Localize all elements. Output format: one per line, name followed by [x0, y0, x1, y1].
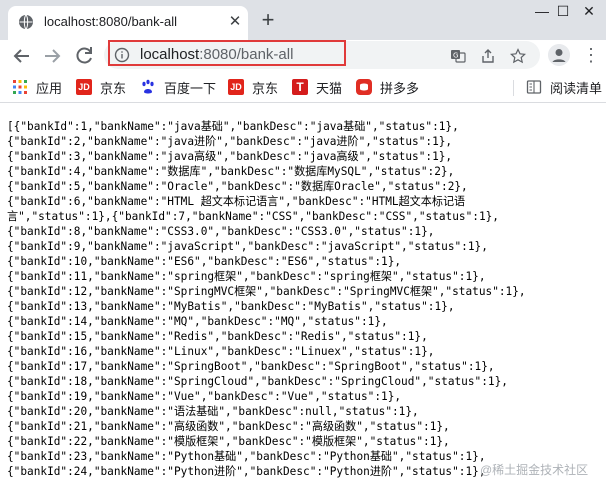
pinduoduo-icon — [356, 79, 372, 95]
browser-tab[interactable]: localhost:8080/bank-all ✕ — [8, 6, 248, 40]
arrow-right-icon[interactable] — [40, 44, 64, 68]
bookmark-label: 天猫 — [316, 80, 343, 96]
url-highlight-box — [108, 40, 346, 66]
tab-strip: localhost:8080/bank-all ✕ + — ☐ ✕ — [0, 0, 606, 40]
reading-list-icon — [526, 80, 542, 94]
tab-title: localhost:8080/bank-all — [44, 14, 177, 29]
bookmark-separator — [513, 80, 514, 96]
bookmark-jd[interactable]: JD 京东 — [76, 77, 126, 97]
svg-text:G: G — [453, 52, 458, 60]
window-close-button[interactable]: ✕ — [566, 0, 606, 22]
bookmark-label: 京东 — [252, 80, 279, 96]
bookmark-label: 拼多多 — [380, 80, 420, 96]
bookmark-jd-2[interactable]: JD 京东 — [228, 77, 278, 97]
new-tab-button[interactable]: + — [256, 8, 280, 32]
tmall-icon: T — [292, 79, 308, 95]
bookmark-baidu[interactable]: 百度一下 — [140, 77, 216, 97]
jd-icon: JD — [228, 79, 244, 95]
star-icon[interactable] — [510, 48, 526, 64]
jd-icon: JD — [76, 79, 92, 95]
bookmark-tmall[interactable]: T 天猫 — [292, 77, 342, 97]
apps-grid-icon — [13, 80, 27, 94]
bookmark-label: 京东 — [100, 80, 127, 96]
share-icon[interactable] — [480, 48, 496, 64]
baidu-paw-icon — [142, 79, 154, 94]
bookmark-pinduoduo[interactable]: 拼多多 — [356, 77, 419, 97]
bookmarks-bar: 应用 JD 京东 百度一下 JD 京东 T 天猫 拼多多 阅读清单 — [0, 72, 606, 103]
translate-icon[interactable]: G — [450, 48, 466, 64]
bookmark-label: 应用 — [36, 80, 63, 96]
arrow-left-icon[interactable] — [10, 44, 34, 68]
browser-toolbar: localhost:8080/bank-all G ⋮ — [0, 40, 606, 72]
page-content: [{"bankId":1,"bankName":"java基础","bankDe… — [0, 103, 606, 491]
bookmark-label: 百度一下 — [164, 80, 217, 96]
bookmark-apps[interactable]: 应用 — [12, 77, 62, 97]
tab-close-icon[interactable]: ✕ — [226, 13, 244, 31]
reading-list-label: 阅读清单 — [550, 80, 603, 96]
reading-list-button[interactable]: 阅读清单 — [526, 77, 602, 97]
more-vertical-icon[interactable]: ⋮ — [582, 44, 600, 66]
json-response-text: [{"bankId":1,"bankName":"java基础","bankDe… — [7, 120, 526, 478]
watermark-text: @稀土掘金技术社区 — [480, 463, 589, 477]
globe-icon — [19, 14, 33, 30]
profile-avatar-icon[interactable] — [548, 44, 570, 66]
reload-icon[interactable] — [72, 44, 96, 68]
